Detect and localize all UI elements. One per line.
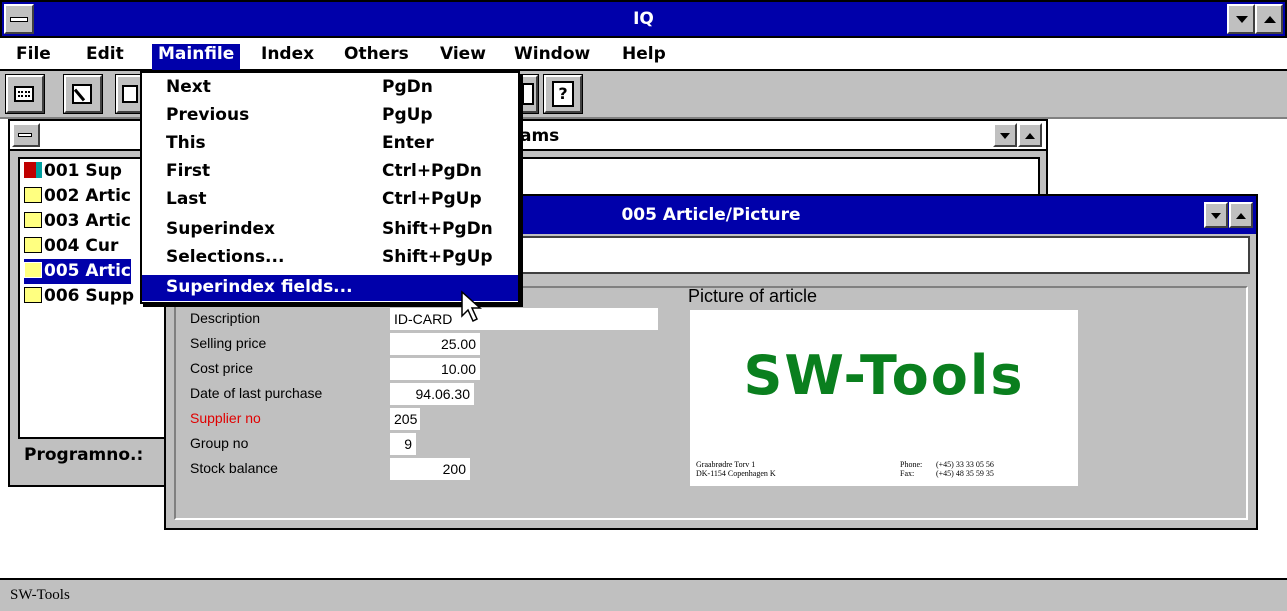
mainfile-dropdown-menu: Next PgDn Previous PgUp This Enter First…: [140, 71, 520, 304]
document-icon: [522, 83, 534, 105]
calculator-button[interactable]: [6, 75, 44, 113]
menu-bar: File Edit Mainfile Index Others View Win…: [0, 38, 1287, 71]
field-supplier-no[interactable]: 205: [390, 408, 420, 430]
program-icon: [24, 162, 42, 178]
programs-minimize-button[interactable]: [993, 123, 1017, 147]
help-icon: ?: [552, 81, 574, 107]
minimize-icon: [1236, 16, 1248, 23]
program-item-selected[interactable]: 005 Artic: [24, 259, 131, 284]
minimize-icon: [1000, 133, 1010, 139]
program-icon: [24, 212, 42, 228]
menu-item-selections[interactable]: Selections... Shift+PgUp: [142, 245, 518, 271]
field-label-stock-balance: Stock balance: [190, 460, 278, 476]
field-group-no[interactable]: 9: [390, 433, 416, 455]
program-icon: [24, 237, 42, 253]
field-stock-balance[interactable]: 200: [390, 458, 470, 480]
system-menu-icon: [18, 133, 32, 137]
sw-tools-logo: SW-Tools: [743, 344, 1025, 407]
status-text: SW-Tools: [10, 587, 70, 603]
address-line-2: DK-1154 Copenhagen K: [696, 469, 776, 478]
field-label-supplier-no: Supplier no: [190, 410, 261, 426]
phone-label: Phone:: [900, 460, 923, 469]
menu-window[interactable]: Window: [508, 44, 596, 70]
program-item[interactable]: 001 Sup: [24, 159, 122, 184]
document-button[interactable]: [518, 75, 538, 113]
edit-button[interactable]: [64, 75, 102, 113]
field-label-group-no: Group no: [190, 435, 249, 451]
article-picture: SW-Tools Graabrødre Torv 1 DK-1154 Copen…: [690, 310, 1078, 486]
minimize-icon: [1211, 213, 1221, 219]
program-icon: [24, 287, 42, 303]
fax-label: Fax:: [900, 469, 915, 478]
menu-item-last[interactable]: Last Ctrl+PgUp: [142, 187, 518, 213]
menu-view[interactable]: View: [434, 44, 492, 70]
app-title: IQ: [633, 9, 654, 29]
menu-item-superindex[interactable]: Superindex Shift+PgDn: [142, 217, 518, 243]
field-cost-price[interactable]: 10.00: [390, 358, 480, 380]
program-item[interactable]: 004 Cur: [24, 234, 118, 259]
status-bar: SW-Tools: [0, 578, 1287, 611]
program-item[interactable]: 003 Artic: [24, 209, 131, 234]
maximize-icon: [1264, 16, 1276, 23]
field-label-description: Description: [190, 310, 261, 326]
fax-value: (+45) 48 35 59 35: [936, 469, 994, 478]
programs-maximize-button[interactable]: [1018, 123, 1042, 147]
field-date-of-last-purchase[interactable]: 94.06.30: [390, 383, 474, 405]
maximize-button[interactable]: [1255, 4, 1283, 34]
menu-file[interactable]: File: [10, 44, 57, 70]
menu-item-previous[interactable]: Previous PgUp: [142, 103, 518, 129]
maximize-icon: [1025, 133, 1035, 139]
article-maximize-button[interactable]: [1229, 202, 1253, 228]
menu-item-next[interactable]: Next PgDn: [142, 75, 518, 101]
calculator-icon: [14, 86, 34, 102]
save-button[interactable]: [116, 75, 142, 113]
program-icon: [24, 187, 42, 203]
programno-label: Programno.:: [24, 445, 144, 465]
program-icon: [24, 262, 42, 278]
edit-icon: [72, 84, 92, 104]
address-line-1: Graabrødre Torv 1: [696, 460, 756, 469]
program-item[interactable]: 002 Artic: [24, 184, 131, 209]
menu-item-first[interactable]: First Ctrl+PgDn: [142, 159, 518, 185]
programs-window-title: ams: [520, 126, 560, 146]
menu-item-this[interactable]: This Enter: [142, 131, 518, 157]
menu-edit[interactable]: Edit: [80, 44, 130, 70]
field-selling-price[interactable]: 25.00: [390, 333, 480, 355]
save-icon: [122, 85, 138, 103]
program-item[interactable]: 006 Supp: [24, 284, 134, 309]
app-title-bar: IQ: [0, 0, 1287, 38]
field-label-selling-price: Selling price: [190, 335, 267, 351]
article-minimize-button[interactable]: [1204, 202, 1228, 228]
field-description[interactable]: ID-CARD: [390, 308, 658, 330]
field-label-cost-price: Cost price: [190, 360, 254, 376]
phone-value: (+45) 33 33 05 56: [936, 460, 994, 469]
menu-help[interactable]: Help: [616, 44, 672, 70]
picture-label: Picture of article: [688, 286, 818, 306]
article-record-panel: Description ID-CARD Selling price 25.00 …: [174, 286, 1248, 520]
mouse-cursor-icon: [461, 290, 482, 323]
help-button[interactable]: ?: [544, 75, 582, 113]
menu-others[interactable]: Others: [338, 44, 415, 70]
minimize-button[interactable]: [1227, 4, 1255, 34]
maximize-icon: [1236, 213, 1246, 219]
field-label-date-of-last-purchase: Date of last purchase: [190, 385, 323, 401]
menu-mainfile[interactable]: Mainfile: [152, 44, 241, 70]
menu-index[interactable]: Index: [255, 44, 320, 70]
programs-system-menu-button[interactable]: [12, 123, 40, 147]
